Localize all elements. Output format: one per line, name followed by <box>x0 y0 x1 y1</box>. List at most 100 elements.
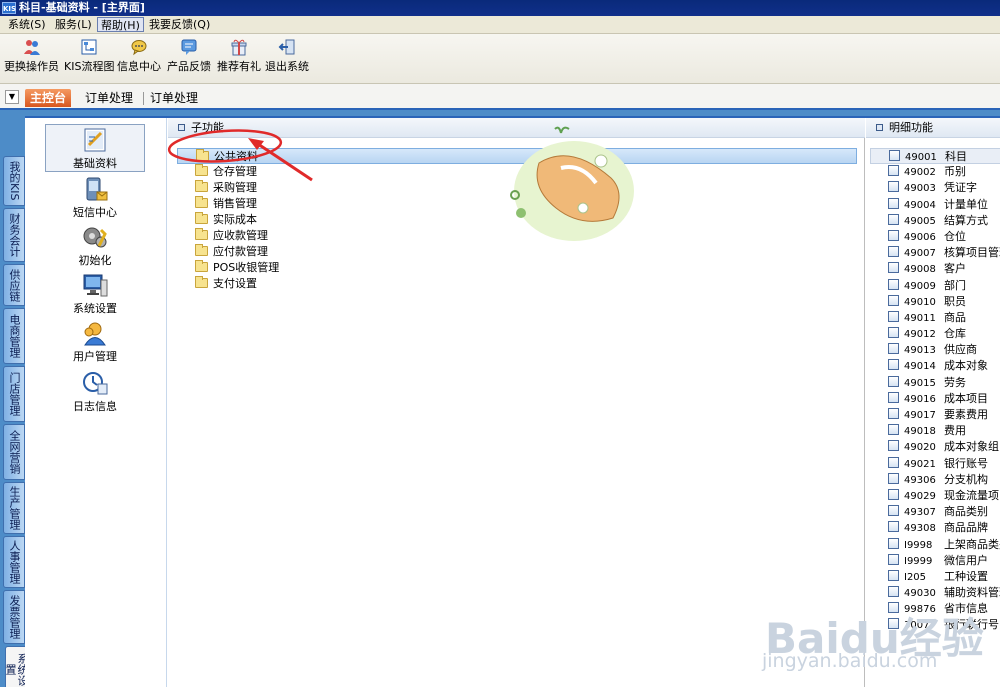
detail-item-code: 49307 <box>904 507 936 519</box>
document-icon <box>888 375 899 387</box>
nav-sms-center-label: 短信中心 <box>73 206 117 219</box>
folder-icon <box>195 212 208 224</box>
nav-log-info[interactable]: 日志信息 <box>45 368 145 416</box>
vtab-store-management[interactable]: 门店管理 <box>3 366 25 422</box>
detail-item-49010[interactable]: 49010 职员 <box>870 294 1000 310</box>
detail-item-49029[interactable]: 49029 现金流量项目 <box>870 488 1000 504</box>
detail-item-49030[interactable]: 49030 辅助资料管理 <box>870 585 1000 601</box>
nav-basic-data-label: 基础资料 <box>73 157 117 170</box>
module-tab-strip: 我的KIS 财务会计 供应链 电商管理 门店管理 全网营销 生产管理 人事管理 … <box>3 116 29 687</box>
detail-item-I9999[interactable]: I9999 微信用户 <box>870 553 1000 569</box>
document-icon <box>888 553 899 565</box>
document-icon <box>888 246 899 258</box>
vtab-label: 全网营销 <box>8 430 21 474</box>
document-icon <box>888 488 899 500</box>
detail-item-49006[interactable]: 49006 仓位 <box>870 229 1000 245</box>
detail-item-code: 49008 <box>904 264 936 276</box>
detail-item-49013[interactable]: 49013 供应商 <box>870 342 1000 358</box>
detail-item-I9998[interactable]: I9998 上架商品类别 <box>870 537 1000 553</box>
recommend-gift-button[interactable]: 推荐有礼 <box>217 38 261 78</box>
tab-main-console[interactable]: 主控台 <box>25 89 72 107</box>
detail-item-49002[interactable]: 49002 币别 <box>870 164 1000 180</box>
detail-item-name: 部门 <box>944 278 966 292</box>
menu-service[interactable]: 服务(L) <box>52 17 95 32</box>
detail-item-49020[interactable]: 49020 成本对象组 <box>870 439 1000 455</box>
vtab-label: 供应链 <box>8 268 21 302</box>
detail-item-49012[interactable]: 49012 仓库 <box>870 326 1000 342</box>
detail-item-name: 科目 <box>945 150 967 163</box>
detail-item-name: 上架商品类别 <box>944 537 1000 551</box>
detail-item-code: 49014 <box>904 361 936 373</box>
document-icon <box>888 391 899 403</box>
vtab-finance[interactable]: 财务会计 <box>3 208 25 262</box>
product-feedback-button[interactable]: 产品反馈 <box>167 38 211 78</box>
vtab-my-kis[interactable]: 我的KIS <box>3 156 25 206</box>
nav-basic-data[interactable]: 基础资料 <box>45 124 145 172</box>
main-content: 基础资料 短信中心 初始化 系统设置 用户管理 日志信息 子功能 公共资料 仓存… <box>25 116 1000 687</box>
detail-item-I205[interactable]: I205 工种设置 <box>870 569 1000 585</box>
detail-item-name: 供应商 <box>944 343 977 357</box>
info-center-button[interactable]: 信息中心 <box>117 38 161 78</box>
detail-item-name: 商品品牌 <box>944 521 988 535</box>
tab-order-processing-2[interactable]: 订单处理 <box>145 89 203 107</box>
detail-item-49008[interactable]: 49008 客户 <box>870 261 1000 277</box>
tab-order-processing-1[interactable]: 订单处理 <box>80 89 138 107</box>
detail-item-49306[interactable]: 49306 分支机构 <box>870 472 1000 488</box>
tree-item-payment-settings[interactable]: 支付设置 <box>177 276 857 292</box>
vtab-system-settings[interactable]: 系统设置 <box>4 646 29 687</box>
detail-item-49017[interactable]: 49017 要素费用 <box>870 407 1000 423</box>
detail-item-code: I205 <box>904 571 927 583</box>
vtab-ecommerce[interactable]: 电商管理 <box>3 308 25 364</box>
detail-item-49021[interactable]: 49021 银行账号 <box>870 456 1000 472</box>
detail-item-code: I9999 <box>904 555 933 567</box>
detail-item-49007[interactable]: 49007 核算项目管理 <box>870 245 1000 261</box>
detail-item-49001[interactable]: 49001 科目 <box>870 148 1000 165</box>
vtab-label: 财务会计 <box>8 213 21 257</box>
detail-item-49018[interactable]: 49018 费用 <box>870 423 1000 439</box>
detail-item-49003[interactable]: 49003 凭证字 <box>870 180 1000 196</box>
detail-item-49015[interactable]: 49015 劳务 <box>870 375 1000 391</box>
document-icon <box>888 294 899 306</box>
vtab-production[interactable]: 生产管理 <box>3 482 25 534</box>
detail-item-name: 分支机构 <box>944 472 988 486</box>
tab-list-dropdown-icon[interactable]: ▼ <box>5 90 19 104</box>
detail-item-code: 49004 <box>904 199 936 211</box>
nav-system-settings[interactable]: 系统设置 <box>45 270 145 318</box>
document-icon <box>888 181 899 193</box>
detail-item-49004[interactable]: 49004 计量单位 <box>870 197 1000 213</box>
detail-item-49016[interactable]: 49016 成本项目 <box>870 391 1000 407</box>
tree-item-label: 仓存管理 <box>213 165 257 178</box>
menu-feedback[interactable]: 我要反馈(Q) <box>146 17 213 32</box>
users-icon <box>23 40 40 55</box>
detail-function-panel: 明细功能 49001 科目 49002 币别 49003 凭证字 49004 计量单位 4900… <box>866 118 1000 687</box>
document-icon <box>888 327 899 339</box>
menu-system[interactable]: 系统(S) <box>5 17 49 32</box>
kis-flowchart-button[interactable]: KIS流程图 <box>64 38 114 78</box>
detail-item-name: 成本对象 <box>944 359 988 373</box>
detail-item-name: 辅助资料管理 <box>944 586 1000 600</box>
document-icon <box>888 213 899 225</box>
vtab-hr[interactable]: 人事管理 <box>3 536 25 588</box>
vtab-omni-marketing[interactable]: 全网营销 <box>3 424 25 480</box>
detail-item-49014[interactable]: 49014 成本对象 <box>870 358 1000 374</box>
exit-system-button[interactable]: 退出系统 <box>265 38 309 78</box>
change-operator-button[interactable]: 更换操作员 <box>4 38 59 78</box>
nav-initialize[interactable]: 初始化 <box>45 222 145 270</box>
detail-item-49005[interactable]: 49005 结算方式 <box>870 213 1000 229</box>
tree-item-payables[interactable]: 应付款管理 <box>177 244 857 260</box>
detail-item-code: 49015 <box>904 377 936 389</box>
detail-item-49307[interactable]: 49307 商品类别 <box>870 504 1000 520</box>
detail-item-49308[interactable]: 49308 商品品牌 <box>870 520 1000 536</box>
tree-item-pos[interactable]: POS收银管理 <box>177 260 857 276</box>
document-icon <box>888 408 899 419</box>
initialize-icon <box>83 227 107 248</box>
vtab-supply-chain[interactable]: 供应链 <box>3 264 25 306</box>
nav-user-management[interactable]: 用户管理 <box>45 318 145 366</box>
detail-item-49011[interactable]: 49011 商品 <box>870 310 1000 326</box>
document-icon <box>888 165 899 177</box>
menu-help[interactable]: 帮助(H) <box>97 17 144 32</box>
vtab-invoice[interactable]: 发票管理 <box>3 590 25 644</box>
detail-item-49009[interactable]: 49009 部门 <box>870 278 1000 294</box>
detail-item-name: 结算方式 <box>944 213 988 227</box>
nav-sms-center[interactable]: 短信中心 <box>45 174 145 222</box>
